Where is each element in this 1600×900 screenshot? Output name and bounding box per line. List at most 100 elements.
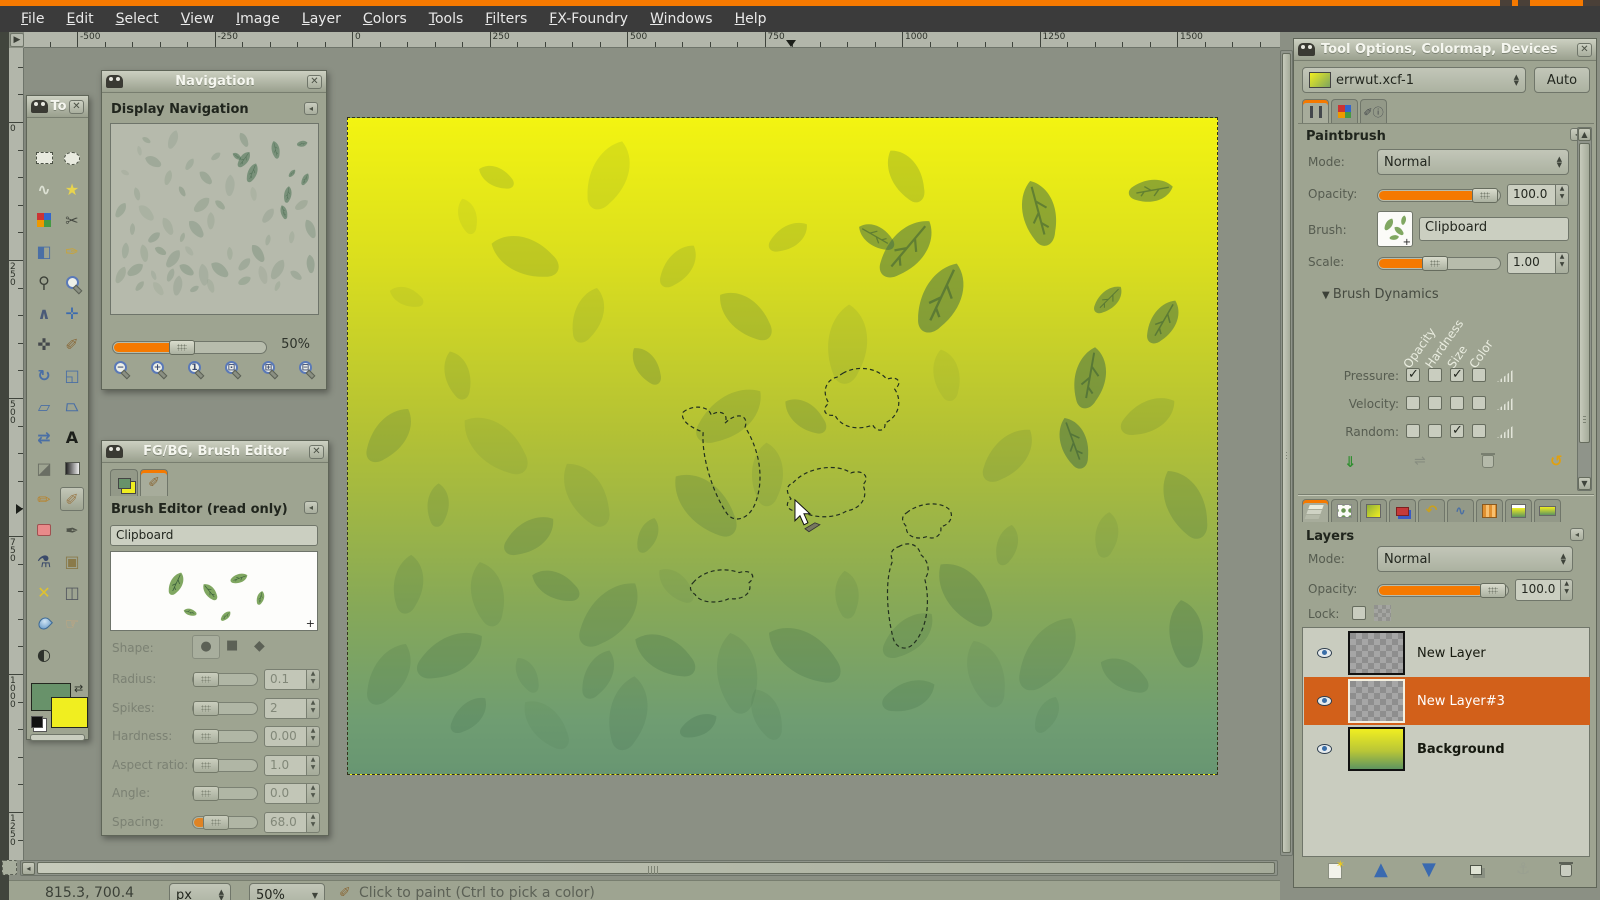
navigation-preview[interactable] [110,123,319,315]
ink-tool[interactable]: ⚗ [32,549,56,573]
tab-colormap[interactable] [1331,99,1358,123]
dynamics-random-opacity-checkbox[interactable] [1406,424,1420,438]
dodge-burn-tool[interactable]: ◐ [32,642,56,666]
ruler-menu-button[interactable]: ▶ [10,33,24,47]
shear-tool[interactable]: ▱ [32,394,56,418]
restore-dynamics-icon[interactable]: ⇌ [1414,453,1426,469]
measure-tool[interactable]: ∧ [32,301,56,325]
perspective-clone-tool[interactable]: ◫ [60,580,84,604]
visibility-eye-icon[interactable] [1317,744,1332,754]
rotate-tool[interactable]: ↻ [32,363,56,387]
auto-button[interactable]: Auto [1534,67,1590,93]
smudge-tool[interactable]: ☞ [60,611,84,635]
opacity-spin[interactable]: 100.0▲▼ [1507,184,1569,206]
crop-tool[interactable]: ✐ [60,332,84,356]
dynamics-pressure-opacity-checkbox[interactable] [1406,368,1420,382]
tool-options-scrollbar[interactable]: ▲ ▼ [1577,127,1592,491]
dynamics-random-size-checkbox[interactable] [1450,424,1464,438]
tab-gradients[interactable] [1360,499,1387,522]
background-color-swatch[interactable] [51,697,88,728]
collapse-icon[interactable]: ◂ [304,102,318,115]
shrink-wrap-button[interactable]: ⊟ [299,361,312,374]
paint-mode-select[interactable]: Normal▲▼ [1377,149,1569,175]
lower-layer-button[interactable]: ▼ [1422,859,1436,880]
delete-layer-button[interactable] [1560,864,1572,877]
lock-alpha-checkbox[interactable] [1352,606,1366,620]
text-tool[interactable]: A [60,425,84,449]
shape-diamond-button[interactable]: ◆ [254,638,265,654]
close-icon[interactable]: ✕ [69,100,84,114]
layer-opacity-spin[interactable]: 100.0▲▼ [1515,579,1573,601]
lock-pixels-icon[interactable] [1374,605,1391,621]
visibility-eye-icon[interactable] [1317,696,1332,706]
menu-help[interactable]: Help [724,8,778,30]
dynamics-velocity-size-checkbox[interactable] [1450,396,1464,410]
dynamics-velocity-opacity-checkbox[interactable] [1406,396,1420,410]
dynamics-velocity-hardness-checkbox[interactable] [1428,396,1442,410]
vertical-ruler[interactable]: 02 5 05 0 07 5 01 0 0 01 2 5 0 [9,48,24,860]
tab-tool-options[interactable] [1302,99,1329,123]
quick-mask-toggle[interactable] [2,860,17,875]
shape-circle-button[interactable]: ● [192,635,220,659]
tab-layers[interactable] [1302,499,1329,522]
brush-thumbnail[interactable]: + [1377,211,1413,247]
foreground-select-tool[interactable]: ◧ [32,239,56,263]
visibility-eye-icon[interactable] [1317,648,1332,658]
menu-filters[interactable]: Filters [474,8,538,30]
layer-row-new-layer3[interactable]: New Layer#3 [1304,677,1590,725]
tab-channels[interactable] [1389,499,1416,522]
close-icon[interactable]: ✕ [1577,43,1592,57]
raise-layer-button[interactable]: ▲ [1374,859,1388,880]
zoom-select[interactable]: 50%▼ [249,883,325,900]
dynamics-pressure-size-checkbox[interactable] [1450,368,1464,382]
brush-dynamics-expander[interactable]: ▼ Brush Dynamics [1322,287,1439,302]
layer-row-background[interactable]: Background [1304,725,1590,773]
dynamics-random-color-checkbox[interactable] [1472,424,1486,438]
tab-patterns[interactable] [1476,499,1503,522]
duplicate-layer-button[interactable] [1470,865,1482,875]
menu-select[interactable]: Select [105,8,170,30]
dock-titlebar[interactable]: Tool Options, Colormap, Devices ✕ [1294,39,1596,61]
anchor-layer-button[interactable]: ⚓ [1516,859,1530,878]
tab-palettes[interactable] [1505,499,1532,522]
navigation-zoom-slider[interactable] [112,341,267,354]
reset-icon[interactable]: ↺ [1550,452,1563,470]
scale-spin[interactable]: 1.00▲▼ [1507,252,1569,274]
collapse-icon[interactable]: ◂ [1570,528,1584,541]
zoom-fit-image-button[interactable]: ⊡ [225,361,238,374]
pencil-tool[interactable]: ✏ [32,487,56,511]
close-icon[interactable]: ✕ [309,445,324,459]
layer-thumbnail[interactable] [1348,727,1405,771]
menu-fx-foundry[interactable]: FX-Foundry [538,8,639,30]
tab-paths[interactable]: ∿ [1447,499,1474,522]
eraser-tool[interactable] [32,518,56,542]
menu-view[interactable]: View [170,8,225,30]
toolbox-titlebar[interactable]: To ✕ [27,96,88,118]
dynamics-random-hardness-checkbox[interactable] [1428,424,1442,438]
scroll-left-button[interactable]: ◂ [22,862,35,875]
dynamics-pressure-hardness-checkbox[interactable] [1428,368,1442,382]
blend-gradient-tool[interactable] [60,456,84,480]
zoom-fit-window-button[interactable]: ⊞ [262,361,275,374]
tab-device-status[interactable]: ✐ⓘ [1360,99,1387,123]
brush-name-entry[interactable]: Clipboard [110,525,318,546]
zoom-tool[interactable] [60,270,84,294]
align-tool[interactable]: ✜ [32,332,56,356]
airbrush-tool[interactable]: ✒ [60,518,84,542]
layer-thumbnail[interactable] [1348,631,1405,675]
free-select-tool[interactable]: ∿ [32,177,56,201]
paths-tool[interactable]: ✑ [60,239,84,263]
menu-windows[interactable]: Windows [639,8,724,30]
dynamics-pressure-color-checkbox[interactable] [1472,368,1486,382]
save-dynamics-icon[interactable]: ⇓ [1344,453,1357,471]
scale-tool[interactable]: ◱ [60,363,84,387]
opacity-slider[interactable] [1377,189,1501,202]
swap-colors-icon[interactable]: ⇄ [74,682,83,695]
ellipse-select-tool[interactable] [60,146,84,170]
zoom-out-button[interactable]: − [114,361,127,374]
brush-select[interactable]: Clipboard [1419,217,1569,241]
scissors-select-tool[interactable]: ✂ [60,208,84,232]
heal-tool[interactable]: ✕ [32,580,56,604]
tab-brushes[interactable] [1331,499,1358,522]
menu-image[interactable]: Image [225,8,291,30]
